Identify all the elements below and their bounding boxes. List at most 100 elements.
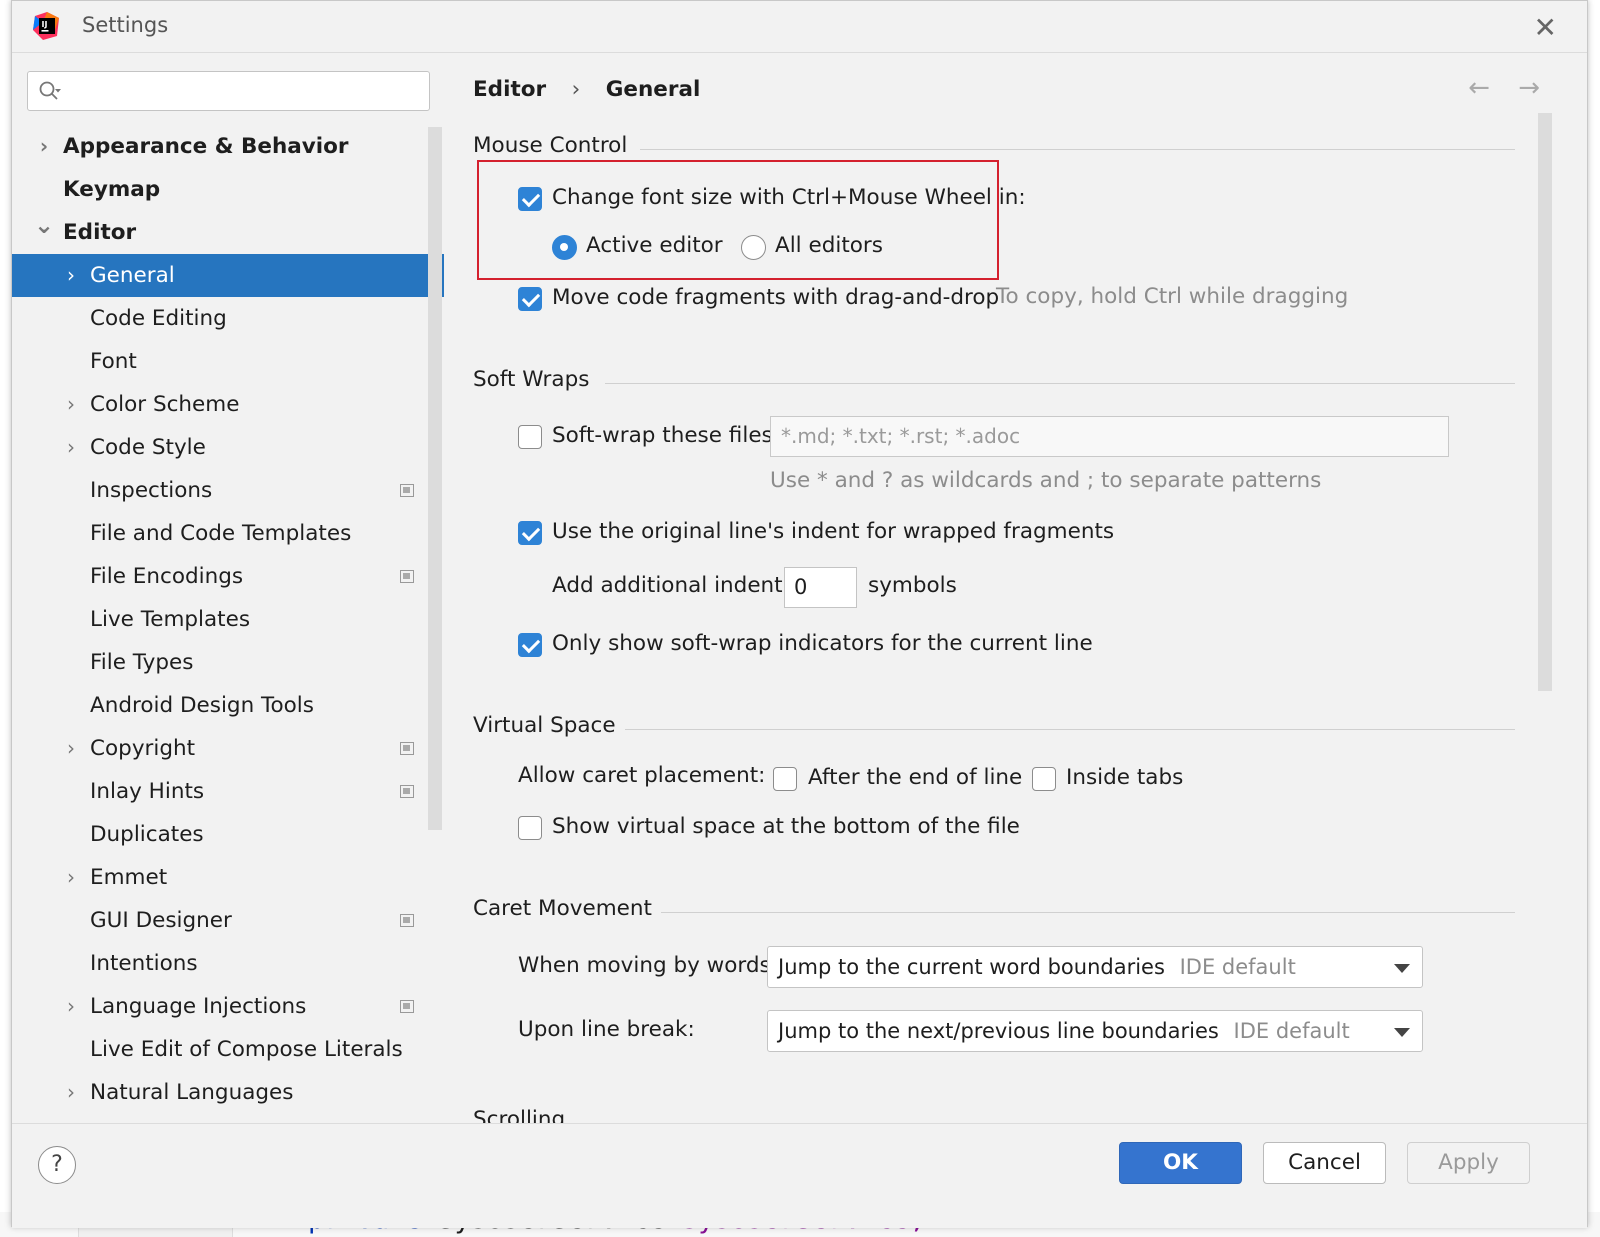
sidebar-item-editor[interactable]: ⌄ Editor xyxy=(12,211,444,254)
chevron-down-icon[interactable]: ⌄ xyxy=(34,204,54,247)
intellij-logo-icon: IJ xyxy=(33,12,59,40)
inside-tabs-label[interactable]: Inside tabs xyxy=(1066,765,1183,790)
original-indent-label[interactable]: Use the original line's indent for wrapp… xyxy=(552,519,1114,544)
sidebar-item-emmet[interactable]: › Emmet xyxy=(12,856,444,899)
sidebar-item-font[interactable]: Font xyxy=(12,340,444,383)
section-mouse-control-title: Mouse Control xyxy=(473,133,628,158)
sidebar-item-label: Font xyxy=(90,349,137,374)
section-divider xyxy=(605,383,1515,384)
sidebar-item-label: Live Templates xyxy=(90,607,251,632)
chevron-right-icon[interactable]: › xyxy=(34,125,54,168)
chevron-right-icon[interactable]: › xyxy=(61,727,81,770)
sidebar-item-keymap[interactable]: Keymap xyxy=(12,168,444,211)
back-arrow-icon[interactable]: ← xyxy=(1468,73,1490,103)
ok-button[interactable]: OK xyxy=(1119,1142,1242,1184)
sidebar-item-label: Live Edit of Compose Literals xyxy=(90,1037,403,1062)
project-settings-icon xyxy=(400,570,414,583)
content-scrollbar[interactable] xyxy=(1538,113,1552,691)
soft-wrap-patterns-input[interactable]: *.md; *.txt; *.rst; *.adoc xyxy=(770,416,1449,457)
sidebar-item-label: Duplicates xyxy=(90,822,204,847)
all-editors-label[interactable]: All editors xyxy=(775,233,883,258)
moving-by-words-dropdown[interactable]: Jump to the current word boundaries IDE … xyxy=(767,946,1423,988)
settings-tree: › Appearance & Behavior Keymap ⌄ Editor › Gene… xyxy=(12,125,444,1125)
breadcrumb-parent[interactable]: Editor xyxy=(473,77,546,102)
only-current-line-label[interactable]: Only show soft-wrap indicators for the c… xyxy=(552,631,1093,656)
sidebar-scrollbar[interactable] xyxy=(428,127,442,830)
dropdown-value: Jump to the next/previous line boundarie… xyxy=(778,1019,1219,1043)
project-settings-icon xyxy=(400,914,414,927)
chevron-right-icon[interactable]: › xyxy=(61,383,81,426)
section-virtual-space-title: Virtual Space xyxy=(473,713,616,738)
sidebar-item-copyright[interactable]: › Copyright xyxy=(12,727,444,770)
sidebar-item-language-injections[interactable]: › Language Injections xyxy=(12,985,444,1028)
chevron-right-icon[interactable]: › xyxy=(61,254,81,297)
help-button[interactable]: ? xyxy=(38,1146,76,1184)
apply-button[interactable]: Apply xyxy=(1407,1142,1530,1184)
all-editors-radio[interactable] xyxy=(741,235,766,260)
sidebar-item-label: Inlay Hints xyxy=(90,779,205,804)
section-soft-wraps-title: Soft Wraps xyxy=(473,367,590,392)
project-settings-icon xyxy=(400,785,414,798)
window-title: Settings xyxy=(82,13,169,37)
chevron-right-icon[interactable]: › xyxy=(61,985,81,1028)
sidebar-item-general[interactable]: › General xyxy=(12,254,444,297)
show-virtual-space-checkbox[interactable] xyxy=(518,816,542,840)
sidebar-item-label: Language Injections xyxy=(90,994,307,1019)
sidebar-item-file-and-code-templates[interactable]: File and Code Templates xyxy=(12,512,444,555)
sidebar-item-gui-designer[interactable]: GUI Designer xyxy=(12,899,444,942)
active-editor-radio[interactable] xyxy=(552,235,577,260)
soft-wrap-files-label[interactable]: Soft-wrap these files: xyxy=(552,423,780,448)
chevron-right-icon[interactable]: › xyxy=(61,856,81,899)
sidebar-item-label: Intentions xyxy=(90,951,198,976)
inside-tabs-checkbox[interactable] xyxy=(1032,767,1056,791)
sidebar-item-label: File and Code Templates xyxy=(90,521,352,546)
sidebar-item-inlay-hints[interactable]: Inlay Hints xyxy=(12,770,444,813)
show-virtual-space-label[interactable]: Show virtual space at the bottom of the … xyxy=(552,814,1020,839)
soft-wrap-files-checkbox[interactable] xyxy=(518,425,542,449)
sidebar-item-code-style[interactable]: › Code Style xyxy=(12,426,444,469)
search-icon xyxy=(39,81,61,100)
dropdown-value: Jump to the current word boundaries xyxy=(778,955,1165,979)
cancel-button[interactable]: Cancel xyxy=(1263,1142,1386,1184)
sidebar-item-label: Android Design Tools xyxy=(90,693,314,718)
history-navigation: ← → xyxy=(1448,73,1540,103)
ctrl-wheel-label[interactable]: Change font size with Ctrl+Mouse Wheel i… xyxy=(552,185,1026,210)
only-current-line-checkbox[interactable] xyxy=(518,633,542,657)
sidebar-item-file-types[interactable]: File Types xyxy=(12,641,444,684)
section-caret-movement-title: Caret Movement xyxy=(473,896,652,921)
close-icon[interactable]: ✕ xyxy=(1534,11,1557,44)
sidebar-item-live-edit-of-compose-literals[interactable]: Live Edit of Compose Literals xyxy=(12,1028,444,1071)
settings-search-input[interactable] xyxy=(27,71,430,111)
chevron-right-icon[interactable]: › xyxy=(61,426,81,469)
drag-drop-label[interactable]: Move code fragments with drag-and-drop xyxy=(552,285,999,310)
after-end-of-line-checkbox[interactable] xyxy=(773,767,797,791)
ctrl-wheel-checkbox[interactable] xyxy=(518,187,542,211)
button-bar: ? OK Cancel Apply xyxy=(12,1123,1587,1228)
drag-drop-checkbox[interactable] xyxy=(518,287,542,311)
sidebar-item-intentions[interactable]: Intentions xyxy=(12,942,444,985)
dropdown-default-hint: IDE default xyxy=(1233,1019,1350,1043)
section-divider xyxy=(640,149,1515,150)
sidebar-item-label: Copyright xyxy=(90,736,196,761)
original-indent-checkbox[interactable] xyxy=(518,521,542,545)
active-editor-label[interactable]: Active editor xyxy=(586,233,723,258)
after-end-of-line-label[interactable]: After the end of line xyxy=(808,765,1022,790)
sidebar-item-file-encodings[interactable]: File Encodings xyxy=(12,555,444,598)
sidebar-item-natural-languages[interactable]: › Natural Languages xyxy=(12,1071,444,1114)
caret-placement-label: Allow caret placement: xyxy=(518,763,766,788)
sidebar-item-label: Appearance & Behavior xyxy=(63,134,349,159)
sidebar-item-inspections[interactable]: Inspections xyxy=(12,469,444,512)
additional-indent-input[interactable]: 0 xyxy=(784,567,857,608)
sidebar-item-code-editing[interactable]: Code Editing xyxy=(12,297,444,340)
forward-arrow-icon[interactable]: → xyxy=(1518,73,1540,103)
title-bar: IJ Settings ✕ xyxy=(12,1,1587,53)
sidebar-item-android-design-tools[interactable]: Android Design Tools xyxy=(12,684,444,727)
sidebar-item-duplicates[interactable]: Duplicates xyxy=(12,813,444,856)
chevron-right-icon[interactable]: › xyxy=(61,1071,81,1114)
settings-dialog: IJ Settings ✕ › Appearance & Behavior Keym… xyxy=(11,0,1588,1228)
sidebar-item-live-templates[interactable]: Live Templates xyxy=(12,598,444,641)
line-break-dropdown[interactable]: Jump to the next/previous line boundarie… xyxy=(767,1010,1423,1052)
sidebar-item-color-scheme[interactable]: › Color Scheme xyxy=(12,383,444,426)
svg-text:IJ: IJ xyxy=(42,20,48,29)
sidebar-item-appearance-behavior[interactable]: › Appearance & Behavior xyxy=(12,125,444,168)
